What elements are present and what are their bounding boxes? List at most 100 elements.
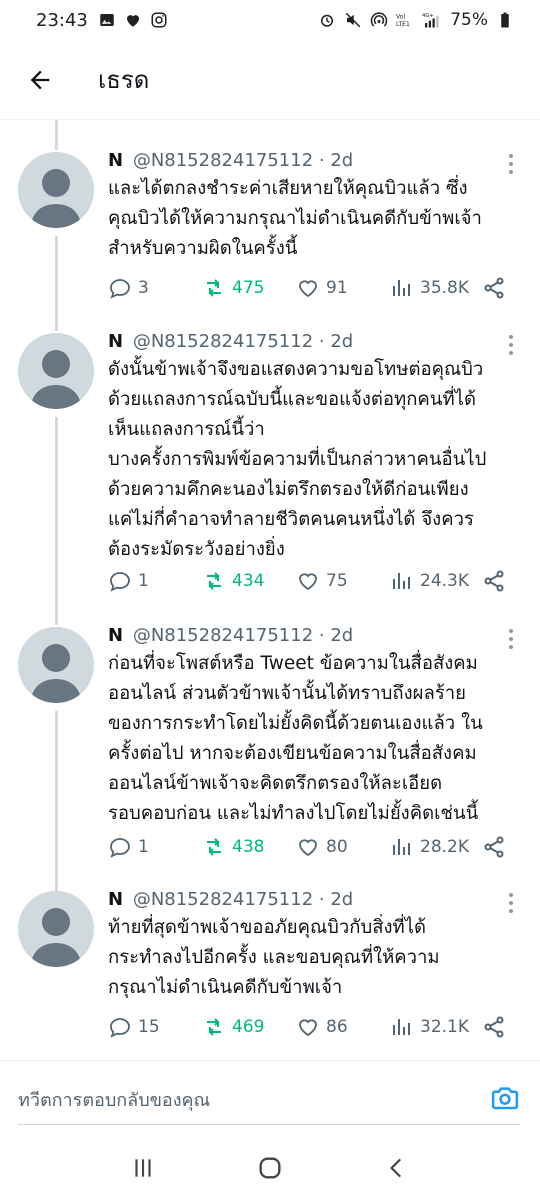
instagram-icon	[151, 12, 167, 28]
retweet-button[interactable]: 475	[202, 273, 264, 303]
reply-count: 1	[138, 571, 149, 591]
views-button[interactable]: 32.1K	[390, 1012, 469, 1042]
avatar[interactable]	[18, 152, 94, 228]
thread-connector-line	[55, 417, 58, 625]
tweet-text: ก่อนที่จะโพสต์หรือ Tweet ข้อความในสื่อสั…	[108, 649, 520, 829]
chevron-left-icon	[389, 1158, 401, 1178]
default-avatar-icon	[18, 891, 94, 967]
retweet-count: 438	[232, 837, 265, 857]
tweet-text-line: ของการกระทำโดยไม่ยั้งคิดนี้ด้วยตนเองแล้ว…	[108, 713, 483, 734]
retweet-button[interactable]: 434	[202, 566, 264, 596]
reply-input[interactable]: ทวีตการตอบกลับของคุณ	[18, 1085, 210, 1114]
share-icon	[484, 570, 504, 592]
status-time: 23:43	[36, 9, 88, 31]
tweet-text-line: กระทำลงไปอีกครั้ง และขอบคุณที่ให้ความ	[108, 947, 440, 968]
reply-button[interactable]: 1	[108, 566, 149, 596]
camera-button[interactable]	[490, 1083, 520, 1113]
reply-button[interactable]: 15	[108, 1012, 160, 1042]
tweet-text: และได้ตกลงชำระค่าเสียหายให้คุณบิวแล้ว ซึ…	[108, 174, 520, 264]
tweet-header: N @N8152824175112 · 2d	[108, 889, 353, 910]
reply-divider	[18, 1124, 520, 1125]
tweet-text-line: ครั้งต่อไป หากจะต้องเขียนข้อความในสื่อสั…	[108, 743, 477, 764]
share-button[interactable]	[482, 566, 506, 596]
recent-apps-icon	[135, 1159, 151, 1177]
retweet-button[interactable]: 438	[202, 832, 264, 862]
home-button[interactable]	[250, 1148, 290, 1188]
thread-connector-line	[55, 711, 58, 891]
more-options-button[interactable]	[506, 333, 516, 355]
avatar[interactable]	[18, 627, 94, 703]
views-button[interactable]: 28.2K	[390, 832, 469, 862]
views-chart-icon	[393, 839, 410, 855]
system-back-button[interactable]	[377, 1148, 417, 1188]
tweet-time[interactable]: 2d	[330, 150, 353, 171]
display-name[interactable]: N	[108, 625, 123, 646]
avatar[interactable]	[18, 333, 94, 409]
reply-count: 3	[138, 278, 149, 298]
share-button[interactable]	[482, 1012, 506, 1042]
like-button[interactable]: 91	[296, 273, 348, 303]
tweet-time[interactable]: 2d	[330, 625, 353, 646]
like-button[interactable]: 80	[296, 832, 348, 862]
like-button[interactable]: 86	[296, 1012, 348, 1042]
retweet-icon	[207, 279, 221, 297]
separator-dot: ·	[318, 150, 331, 171]
share-button[interactable]	[482, 832, 506, 862]
reply-icon	[110, 279, 130, 299]
more-options-button[interactable]	[506, 152, 516, 174]
view-count: 32.1K	[420, 1017, 469, 1037]
views-button[interactable]: 35.8K	[390, 273, 469, 303]
retweet-icon	[207, 572, 221, 590]
tweet-text-line: บางครั้งการพิมพ์ข้อความที่เป็นกล่าวหาคนอ…	[108, 449, 487, 470]
heart-icon	[299, 280, 317, 298]
views-chart-icon	[393, 573, 410, 589]
system-nav-bar	[0, 1136, 540, 1200]
display-name[interactable]: N	[108, 150, 123, 171]
retweet-count: 475	[232, 278, 265, 298]
tweet-time[interactable]: 2d	[330, 331, 353, 352]
tweet-actions: 1 434 75 24.3K	[108, 566, 508, 596]
svg-text:4G+: 4G+	[422, 13, 434, 19]
views-button[interactable]: 24.3K	[390, 566, 469, 596]
tweet-text-line: ด้วยความคึกคะนองไม่ตรึกตรองให้ดีก่อนเพีย…	[108, 479, 469, 500]
tweet-text-line: กรุณาไม่ดำเนินคดีกับข้าพเจ้า	[108, 977, 343, 998]
reply-button[interactable]: 3	[108, 273, 149, 303]
handle[interactable]: @N8152824175112	[133, 331, 313, 352]
signal-icon: 4G+	[422, 13, 439, 28]
like-count: 91	[326, 278, 348, 298]
tweet-actions: 15 469 86 32.1K	[108, 1012, 508, 1042]
share-button[interactable]	[482, 273, 506, 303]
retweet-icon	[207, 838, 221, 856]
reply-button[interactable]: 1	[108, 832, 149, 862]
like-button[interactable]: 75	[296, 566, 348, 596]
volte-icon: Vo)LTE1	[396, 14, 410, 29]
share-icon	[484, 1016, 504, 1038]
handle[interactable]: @N8152824175112	[133, 150, 313, 171]
recent-apps-button[interactable]	[123, 1148, 163, 1188]
heart-icon	[299, 839, 317, 857]
back-button[interactable]	[10, 50, 70, 110]
tweet-text-line: ดังนั้นข้าพเจ้าจึงขอแสดงความขอโทษต่อคุณบ…	[108, 359, 484, 380]
like-count: 86	[326, 1017, 348, 1037]
handle[interactable]: @N8152824175112	[133, 625, 313, 646]
display-name[interactable]: N	[108, 889, 123, 910]
handle[interactable]: @N8152824175112	[133, 889, 313, 910]
more-options-button[interactable]	[506, 627, 516, 649]
display-name[interactable]: N	[108, 331, 123, 352]
like-count: 75	[326, 571, 348, 591]
gallery-icon	[100, 14, 114, 26]
tweet-text-line: ท้ายที่สุดข้าพเจ้าขออภัยคุณบิวกับสิ่งที่…	[108, 917, 427, 938]
tweet-header: N @N8152824175112 · 2d	[108, 331, 353, 352]
tweet-text-line: คุณบิวได้ให้ความกรุณาไม่ดำเนินคดีกับข้าพ…	[108, 208, 482, 229]
home-icon	[259, 1157, 281, 1179]
tweet-text-line: ก่อนที่จะโพสต์หรือ Tweet ข้อความในสื่อสั…	[108, 653, 478, 674]
more-options-button[interactable]	[506, 891, 516, 913]
retweet-icon	[207, 1018, 221, 1036]
avatar[interactable]	[18, 891, 94, 967]
share-icon	[484, 277, 504, 299]
default-avatar-icon	[18, 333, 94, 409]
share-icon	[484, 836, 504, 858]
tweet-time[interactable]: 2d	[330, 889, 353, 910]
default-avatar-icon	[18, 152, 94, 228]
retweet-button[interactable]: 469	[202, 1012, 264, 1042]
